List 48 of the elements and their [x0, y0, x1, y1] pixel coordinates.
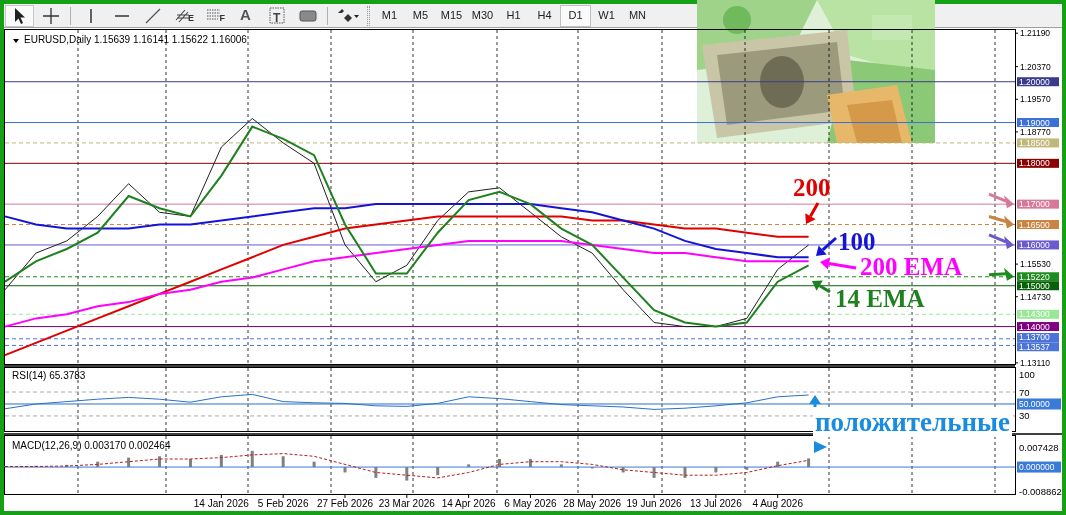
price-level-value: 1.13537	[1019, 341, 1050, 352]
price-level-value: 1.18000	[1019, 158, 1050, 169]
rsi-level-tag: 50.0000	[1017, 398, 1061, 410]
price-level-value: 1.16500	[1019, 219, 1050, 230]
date-axis-label: 13 Jul 2026	[690, 498, 742, 509]
ohlc-quote: 1.15639 1.16141 1.15622 1.16006	[94, 34, 247, 45]
macd-axis-label: -0.008862	[1019, 485, 1062, 497]
rsi-axis-label: 70	[1019, 386, 1030, 398]
price-axis-label: 1.19570	[1020, 94, 1051, 105]
date-axis-label: 19 Jun 2026	[626, 498, 682, 509]
legend-label: 14 EMA	[835, 285, 925, 312]
date-axis-label: 14 Jan 2026	[193, 498, 249, 509]
price-level-value: 1.19000	[1019, 117, 1050, 128]
annotation-label: положительные	[813, 407, 1013, 437]
price-axis-label: 1.14730	[1020, 291, 1051, 302]
symbol-title: EURUSD,Daily	[24, 34, 92, 45]
date-axis-label: 14 Apr 2026	[441, 498, 496, 509]
price-level-value: 1.18500	[1019, 137, 1050, 148]
y-tick-label: 0.000000	[1019, 462, 1055, 473]
date-axis-label: 4 Aug 2026	[752, 498, 803, 509]
price-level-value: 1.15220	[1019, 271, 1050, 282]
price-level-value: 1.20000	[1019, 76, 1050, 87]
macd-zero-tag: 0.000000	[1017, 461, 1061, 473]
legend-label: 200 EMA	[860, 253, 963, 280]
date-axis-label: 6 May 2026	[504, 498, 557, 509]
price-level-value: 1.15000	[1019, 280, 1050, 291]
legend-label: 200	[793, 174, 831, 201]
price-axis-label: 1.18770	[1020, 126, 1051, 137]
date-axis-label: 5 Feb 2026	[257, 498, 309, 509]
date-axis-label: 28 May 2026	[563, 498, 622, 509]
price-axis-label: 1.15530	[1020, 259, 1051, 270]
price-level-value: 1.14300	[1019, 309, 1050, 320]
price-level-value: 1.16000	[1019, 239, 1050, 250]
legend-label: 100	[838, 228, 876, 255]
rsi-axis-label: 30	[1019, 410, 1030, 422]
indicator-title: RSI(14) 65.3783	[12, 370, 86, 381]
price-axis-label: 1.20370	[1020, 61, 1051, 72]
price-level-value: 1.13700	[1019, 332, 1050, 343]
rsi-axis-label: 100	[1019, 368, 1035, 380]
y-tick-label: 50.0000	[1019, 398, 1050, 409]
price-level-value: 1.14000	[1019, 321, 1050, 332]
price-level-value: 1.17000	[1019, 199, 1050, 210]
price-axis-label: 1.13110	[1020, 357, 1051, 368]
indicator-title: MACD(12,26,9) 0.003170 0.002464	[12, 440, 171, 451]
date-axis-label: 23 Mar 2026	[378, 498, 435, 509]
date-axis-label: 27 Feb 2026	[316, 498, 374, 509]
price-axis-label: 1.21190	[1020, 28, 1051, 39]
macd-axis-label: 0.007428	[1019, 441, 1059, 453]
